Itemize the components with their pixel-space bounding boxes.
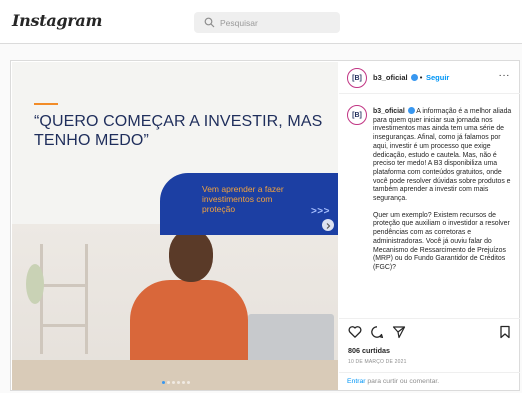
post-date[interactable]: 10 DE MARÇO DE 2021 — [348, 359, 407, 365]
post-media[interactable]: “QUERO COMEÇAR A INVESTIR, MAS TENHO MED… — [12, 62, 338, 390]
search-input[interactable] — [220, 17, 330, 28]
promo-panel-text: Vem aprender a fazer investimentos com p… — [202, 184, 284, 214]
caption-avatar[interactable]: [B] — [347, 105, 367, 125]
avatar[interactable]: [B] — [347, 68, 367, 88]
comment-icon[interactable] — [370, 325, 384, 339]
carousel-dot — [182, 381, 185, 384]
login-link[interactable]: Entrar — [347, 378, 366, 385]
carousel-dots — [162, 381, 190, 384]
like-heart-icon[interactable] — [348, 325, 362, 339]
login-to-comment-rest: para curtir ou comentar. — [365, 378, 440, 385]
plant — [26, 264, 44, 304]
likes-count[interactable]: 806 curtidas — [348, 346, 390, 355]
promo-panel: Vem aprender a fazer investimentos com p… — [160, 173, 338, 235]
carousel-dot — [187, 381, 190, 384]
media-quote: “QUERO COMEÇAR A INVESTIR, MAS TENHO MED… — [34, 113, 323, 149]
caption-paragraph-1: A informação é a melhor aliada para quem… — [373, 108, 512, 203]
verified-badge-icon — [410, 74, 418, 81]
post-card: “QUERO COMEÇAR A INVESTIR, MAS TENHO MED… — [10, 60, 520, 391]
add-comment-row: Entrar para curtir ou comentar. — [339, 372, 520, 391]
post-actions: 806 curtidas 10 DE MARÇO DE 2021 Entrar … — [339, 318, 520, 390]
caption-verified-badge-icon — [407, 107, 415, 114]
search-box[interactable] — [194, 12, 340, 33]
separator-dot: • — [419, 73, 423, 82]
caption-text: b3_oficial A informação é a melhor aliad… — [373, 107, 513, 273]
next-slide-icon[interactable] — [322, 219, 334, 231]
caption-username[interactable]: b3_oficial — [373, 108, 405, 115]
more-options-icon[interactable]: ··· — [499, 70, 511, 81]
login-to-comment-text: Entrar para curtir ou comentar. — [347, 378, 439, 385]
carousel-dot — [162, 381, 165, 384]
person-photo — [12, 224, 338, 390]
accent-line — [34, 103, 58, 105]
person-body — [130, 280, 248, 370]
search-icon — [204, 17, 215, 28]
person-head — [169, 230, 213, 282]
top-navigation-bar: Instagram — [0, 0, 522, 44]
carousel-dot — [167, 381, 170, 384]
post-username[interactable]: b3_oficial • — [373, 73, 422, 82]
instagram-logo[interactable]: Instagram — [12, 11, 102, 30]
post-header: [B] b3_oficial • Seguir ··· — [339, 62, 520, 94]
share-icon[interactable] — [392, 325, 406, 339]
shelf — [40, 244, 88, 354]
carousel-dot — [177, 381, 180, 384]
caption-area[interactable]: [B] b3_oficial A informação é a melhor a… — [339, 95, 520, 325]
promo-arrows: >>> — [310, 206, 330, 217]
save-bookmark-icon[interactable] — [498, 325, 512, 339]
post-sidebar: [B] b3_oficial • Seguir ··· [B] b3_ofici… — [339, 62, 520, 390]
username-text[interactable]: b3_oficial — [373, 73, 408, 82]
table — [12, 360, 338, 390]
carousel-dot — [172, 381, 175, 384]
caption-paragraph-2: Quer um exemplo? Existem recursos de pro… — [373, 211, 510, 271]
follow-button[interactable]: Seguir — [426, 73, 449, 82]
